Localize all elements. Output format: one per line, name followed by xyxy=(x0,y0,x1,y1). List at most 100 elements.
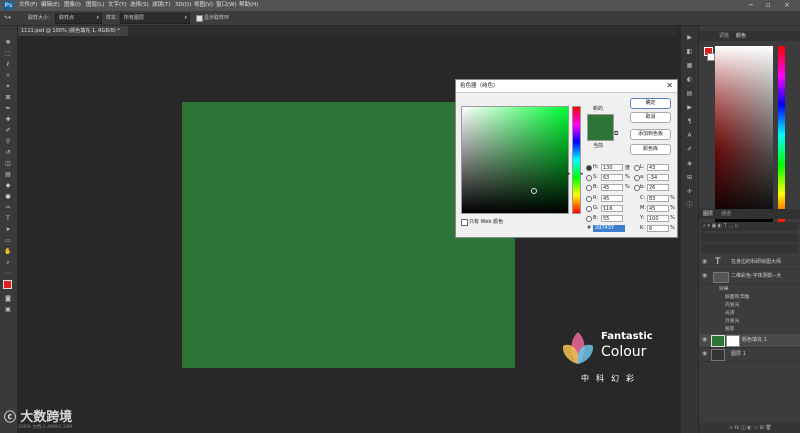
layer-filter-bar[interactable]: ⌕ ▾ ▣ ◐ T ⬚ ▫ xyxy=(701,222,798,231)
menu-filter[interactable]: 滤镜(T) xyxy=(152,1,171,10)
styles-icon[interactable]: ◈ xyxy=(685,160,694,168)
lasso-tool-icon[interactable]: ℓ xyxy=(3,60,13,69)
foreground-color-swatch[interactable] xyxy=(3,280,12,289)
menu-window[interactable]: 窗口(W) xyxy=(216,1,237,10)
character-icon[interactable]: A xyxy=(685,132,694,140)
brightness-radio[interactable] xyxy=(586,185,592,191)
lock-row[interactable] xyxy=(701,244,798,253)
saturation-radio[interactable] xyxy=(586,175,592,181)
effect-drop-shadow[interactable]: 投影 xyxy=(725,325,735,332)
saturation-brightness-field[interactable] xyxy=(461,106,569,214)
dodge-tool-icon[interactable]: ● xyxy=(3,192,13,201)
layer-row[interactable]: ◉ T 在身边的科研绘图大师 xyxy=(699,256,800,270)
libraries-icon[interactable]: ▤ xyxy=(685,90,694,98)
tab-layers[interactable]: 图层 xyxy=(703,209,713,219)
screen-mode-icon[interactable]: ▣ xyxy=(3,305,13,314)
k-field[interactable]: 6 xyxy=(647,225,669,232)
filter-icon[interactable]: ⌕ ▾ ▣ ◐ T ⬚ ▫ xyxy=(703,222,738,231)
red-radio[interactable] xyxy=(586,196,592,202)
history-icon[interactable]: ▶ xyxy=(685,34,694,42)
close-icon[interactable]: ✕ xyxy=(666,80,673,92)
hue-slider-right-handle-icon[interactable]: ◂ xyxy=(580,171,583,177)
lab-a-field[interactable]: -34 xyxy=(647,174,669,181)
lab-b-field[interactable]: 26 xyxy=(647,184,669,191)
menu-edit[interactable]: 编辑(E) xyxy=(41,1,60,10)
blue-field[interactable]: 55 xyxy=(601,215,623,222)
green-radio[interactable] xyxy=(586,206,592,212)
eyedropper-icon[interactable]: ✒ xyxy=(3,104,13,113)
menu-view[interactable]: 视图(V) xyxy=(194,1,213,10)
minimize-icon[interactable]: − xyxy=(748,0,754,11)
effect-satin[interactable]: 光泽 xyxy=(725,309,735,316)
g-field[interactable]: 116 xyxy=(601,205,623,212)
current-color-swatch[interactable] xyxy=(587,127,614,141)
blur-tool-icon[interactable]: ◆ xyxy=(3,181,13,190)
blue-radio[interactable] xyxy=(586,216,592,222)
healing-brush-icon[interactable]: ✚ xyxy=(3,115,13,124)
menu-file[interactable]: 文件(F) xyxy=(19,1,37,10)
move-tool-icon[interactable]: ✥ xyxy=(3,38,13,47)
blend-mode-row[interactable] xyxy=(701,233,798,242)
maximize-icon[interactable]: ▫ xyxy=(766,0,771,11)
adjustments-icon[interactable]: ◐ xyxy=(685,76,694,84)
layer-actions-icon[interactable]: ∞ fx ◫ ◐ ▭ ⊞ 🗑 xyxy=(729,423,772,433)
crop-tool-icon[interactable]: ⌗ xyxy=(3,82,13,91)
s-field[interactable]: 63 xyxy=(601,174,623,181)
paths-icon[interactable]: ✢ xyxy=(685,188,694,196)
hue-slider-left-handle-icon[interactable]: ▸ xyxy=(568,171,571,177)
tab-color[interactable]: 颜色 xyxy=(736,31,746,41)
y-field[interactable]: 100 xyxy=(647,215,669,222)
color-marker[interactable] xyxy=(531,188,537,194)
document-tab[interactable]: 1111.psd @ 100% (颜色填充 1, RGB/8) * xyxy=(18,26,128,36)
add-to-swatches-button[interactable]: 添加到色板 xyxy=(630,129,671,140)
panel-background-swatch[interactable] xyxy=(707,53,715,61)
history-brush-icon[interactable]: ↺ xyxy=(3,148,13,157)
marquee-tool-icon[interactable]: ⬚ xyxy=(3,49,13,58)
menu-layer[interactable]: 图层(L) xyxy=(86,1,104,10)
gradient-tool-icon[interactable]: ▤ xyxy=(3,170,13,179)
ok-button[interactable]: 确定 xyxy=(630,98,671,109)
out-of-gamut-icon[interactable]: ⧉ xyxy=(614,130,618,138)
color-libraries-button[interactable]: 颜色库 xyxy=(630,144,671,155)
quick-mask-icon[interactable]: ◙ xyxy=(3,294,13,303)
zoom-tool-icon[interactable]: ⌕ xyxy=(3,258,13,267)
eraser-tool-icon[interactable]: ◫ xyxy=(3,159,13,168)
close-icon[interactable]: × xyxy=(784,0,790,11)
sample-dropdown[interactable]: 所有图层 ▾ xyxy=(120,13,190,24)
path-selection-icon[interactable]: ➤ xyxy=(3,225,13,234)
lab-l-field[interactable]: 43 xyxy=(647,164,669,171)
magic-wand-tool-icon[interactable]: ✧ xyxy=(3,71,13,80)
actions-icon[interactable]: ▶ xyxy=(685,104,694,112)
menu-select[interactable]: 选择(S) xyxy=(130,1,149,10)
effect-inner-glow[interactable]: 内发光 xyxy=(725,301,739,308)
hex-field[interactable]: 2d7437 xyxy=(593,225,625,232)
color-panel-hue-slider[interactable] xyxy=(778,46,785,224)
eye-icon[interactable]: ◉ xyxy=(702,272,707,279)
r-field[interactable]: 45 xyxy=(601,195,623,202)
layer-row[interactable]: ◉ 图层 1 xyxy=(699,348,800,362)
properties-icon[interactable]: ◧ xyxy=(685,48,694,56)
m-field[interactable]: 45 xyxy=(647,205,669,212)
h-field[interactable]: 130 xyxy=(601,164,623,171)
layer-row[interactable]: ◉ 二维彩色-字体阴影--大 xyxy=(699,270,800,284)
channels-icon[interactable]: ⊞ xyxy=(685,174,694,182)
eye-icon[interactable]: ◉ xyxy=(702,350,707,357)
sample-size-dropdown[interactable]: 取样点 ▾ xyxy=(55,13,102,24)
effect-bevel[interactable]: 斜面和浮雕 xyxy=(725,293,749,300)
shape-tool-icon[interactable]: ▭ xyxy=(3,236,13,245)
type-tool-icon[interactable]: T xyxy=(3,214,13,223)
eyedropper-tool-icon[interactable]: ✎▾ xyxy=(4,13,11,23)
tab-adjustments[interactable]: 调整 xyxy=(719,31,729,41)
layer-row-selected[interactable]: ◉ 颜色填充 1 xyxy=(699,334,800,348)
hand-tool-icon[interactable]: ✋ xyxy=(3,247,13,256)
color-panel-spectrum[interactable] xyxy=(715,46,773,224)
menu-help[interactable]: 帮助(H) xyxy=(239,1,258,10)
eye-icon[interactable]: ◉ xyxy=(702,258,707,265)
c-field[interactable]: 83 xyxy=(647,195,669,202)
brush-settings-icon[interactable]: ✐ xyxy=(685,146,694,154)
eye-icon[interactable]: ◉ xyxy=(702,336,707,343)
stamp-tool-icon[interactable]: ⚲ xyxy=(3,137,13,146)
more-tools-icon[interactable]: ⋯ xyxy=(3,269,13,278)
menu-type[interactable]: 文字(Y) xyxy=(108,1,127,10)
cancel-button[interactable]: 取消 xyxy=(630,112,671,123)
